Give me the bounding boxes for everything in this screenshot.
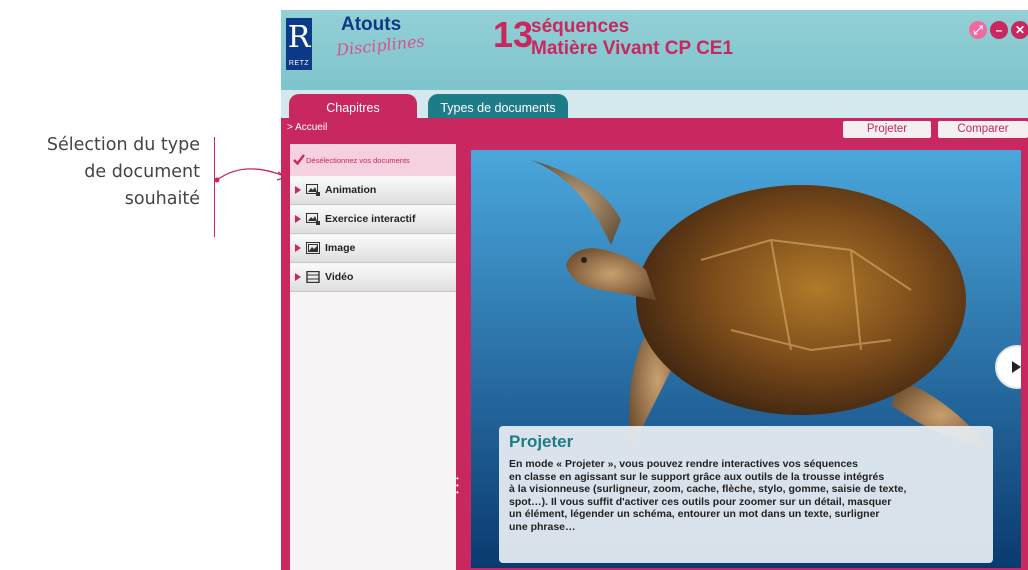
card-line: En mode « Projeter », vous pouvez rendre…: [509, 458, 858, 470]
project-button[interactable]: Projeter: [843, 121, 931, 138]
sidebar-item-animation[interactable]: Animation: [290, 177, 456, 205]
card-body: En mode « Projeter », vous pouvez rendre…: [509, 458, 989, 533]
card-line: en classe en agissant sur le support grâ…: [509, 470, 885, 483]
sidebar-item-label: Exercice interactif: [325, 213, 416, 225]
play-icon: [1012, 361, 1021, 373]
tab-types-de-documents[interactable]: Types de documents: [428, 94, 568, 120]
sidebar-item-image[interactable]: Image: [290, 235, 456, 263]
annotation-text: Sélection du type de document souhaité: [0, 132, 200, 213]
sidebar-item-video[interactable]: Vidéo: [290, 264, 456, 292]
sidebar: Désélectionnez vos documents Animation E…: [290, 144, 456, 570]
card-line: un élément, légender un schéma, entourer…: [509, 508, 880, 520]
expand-arrow-icon: [295, 186, 301, 194]
image-icon: [306, 242, 320, 254]
minimize-icon[interactable]: –: [990, 21, 1008, 39]
checkmark-icon: [293, 154, 305, 165]
annotation-line-2: de document: [84, 162, 200, 182]
sidebar-frame: Désélectionnez vos documents Animation E…: [281, 140, 466, 570]
brand-top: Atouts: [341, 14, 402, 35]
annotation-line-1: Sélection du type: [46, 135, 200, 155]
expand-arrow-icon: [295, 244, 301, 252]
sequence-number: 13: [493, 14, 534, 55]
annotation-line-3: souhaité: [124, 189, 200, 209]
card-line: à la visionneuse (surligneur, zoom, cach…: [509, 483, 907, 495]
video-icon: [306, 271, 320, 283]
resize-handle[interactable]: • • •: [456, 475, 459, 497]
deselect-label: Désélectionnez vos documents: [306, 156, 410, 165]
sequence-title: Matière Vivant CP CE1: [531, 38, 734, 59]
card-line: spot…). Il vous suffit d'activer ces out…: [509, 495, 892, 508]
compare-button[interactable]: Comparer: [938, 121, 1028, 138]
breadcrumb-bar: > Accueil Projeter Comparer: [281, 118, 1028, 140]
tab-chapitres[interactable]: Chapitres: [289, 94, 417, 120]
fullscreen-icon[interactable]: ⤢: [969, 21, 987, 39]
close-icon[interactable]: ✕: [1011, 21, 1028, 39]
app-window: R RETZ Atouts Disciplines 13 séquences M…: [281, 10, 1028, 570]
sidebar-item-label: Image: [325, 242, 356, 254]
sidebar-item-exercice-interactif[interactable]: Exercice interactif: [290, 206, 456, 234]
logo-text: RETZ: [288, 60, 310, 67]
breadcrumb[interactable]: > Accueil: [287, 122, 327, 133]
card-title: Projeter: [509, 432, 574, 451]
interactive-exercise-icon: [306, 213, 320, 225]
animation-icon: [306, 184, 320, 196]
logo-letter: R: [287, 20, 311, 55]
sidebar-item-label: Animation: [325, 184, 377, 196]
retz-logo: R RETZ: [286, 18, 312, 70]
sequence-label: séquences: [531, 16, 630, 37]
expand-arrow-icon: [295, 273, 301, 281]
sidebar-item-label: Vidéo: [325, 271, 354, 283]
deselect-documents[interactable]: Désélectionnez vos documents: [290, 144, 456, 176]
card-line: une phrase…: [509, 520, 576, 533]
app-header: R RETZ Atouts Disciplines 13 séquences M…: [281, 10, 1028, 90]
info-card: Projeter En mode « Projeter », vous pouv…: [499, 426, 993, 563]
main-frame: Projeter En mode « Projeter », vous pouv…: [466, 140, 1028, 570]
expand-arrow-icon: [295, 215, 301, 223]
turtle-photo: Projeter En mode « Projeter », vous pouv…: [471, 150, 1021, 568]
